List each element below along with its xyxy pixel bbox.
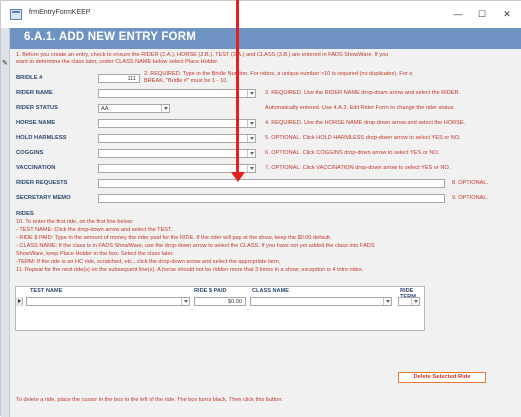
rider-name-note: 3. REQUIRED. Use the RIDER NAME drop-dow… [265,90,461,96]
ride-term-combo[interactable] [398,297,420,306]
hold-harmless-note: 5. OPTIONAL. Click HOLD HARMLESS drop-do… [265,135,461,141]
horse-name-note: 4. REQUIRED. Use the HORSE NAME drop-dow… [265,120,466,126]
rides-instruction-6: -TERM: If the ride is an HC ride, scratc… [16,259,281,265]
horse-name-label: HORSE NAME [16,120,56,126]
chevron-down-icon[interactable] [411,298,419,305]
test-name-combo[interactable] [26,297,190,306]
rider-status-combo[interactable]: AA [98,104,170,113]
rider-status-value: AA [101,106,109,112]
hold-harmless-label: HOLD HARMLESS [16,135,67,141]
form-body: ✎ 6.A.1. ADD NEW ENTRY FORM 1. Before yo… [1,28,521,417]
secretary-memo-label: SECRETARY MEMO [16,195,71,201]
class-name-combo[interactable] [250,297,392,306]
col-test-name: TEST NAME [30,288,63,294]
rides-instruction-2: - TEST NAME: Click the drop-down arrow a… [16,227,173,233]
horse-name-combo[interactable] [98,119,256,128]
rides-instruction-3: - RIDE $ PAID: Type in the amount of mon… [16,235,332,241]
chevron-down-icon[interactable] [247,165,255,172]
hold-harmless-combo[interactable] [98,134,256,143]
bridle-note-2: BREAK, "Bridle #" must be 1 - 10. [144,78,228,84]
rider-status-label: RIDER STATUS [16,105,58,111]
intro-line-1: 1. Before you create an entry, check to … [16,52,389,58]
rides-instruction-4: - CLASS NAME: If the class is in FADS Sh… [16,243,375,249]
bridle-input[interactable]: 111 [98,74,140,83]
rider-status-note: Automatically entered. Use 4.A.3. Edit R… [265,105,455,111]
chevron-down-icon[interactable] [247,90,255,97]
rider-requests-note: 8. OPTIONAL. [452,180,489,186]
chevron-down-icon[interactable] [181,298,189,305]
coggins-label: COGGINS [16,150,44,156]
title-bar: frmEntryFormKEEP — ☐ ✕ [1,1,521,28]
app-window: frmEntryFormKEEP — ☐ ✕ ✎ 6.A.1. ADD NEW … [0,0,521,417]
entry-form: 1. Before you create an entry, check to … [10,49,521,417]
minimize-button[interactable]: — [449,6,467,22]
vaccination-note: 7. OPTIONAL. Click VACCINATION drop-down… [265,165,451,171]
chevron-down-icon[interactable] [161,105,169,112]
coggins-combo[interactable] [98,149,256,158]
pencil-icon: ✎ [2,60,8,67]
delete-instructions: To delete a ride, place the cursor in th… [16,397,283,403]
bridle-note-1: 2. REQUIRED. Type in the Bridle Number. … [144,71,413,77]
rider-name-combo[interactable] [98,89,256,98]
col-ride-paid: RIDE $ PAID [194,288,227,294]
rider-requests-label: RIDER REQUESTS [16,180,68,186]
chevron-down-icon[interactable] [247,150,255,157]
rides-instruction-1: 10. To enter the first ride, on the firs… [16,219,134,225]
secretary-memo-note: 9. OPTIONAL. [452,195,489,201]
intro-line-2: want to determine the class later, under… [16,59,219,65]
vaccination-label: VACCINATION [16,165,56,171]
record-selector-strip[interactable]: ✎ [1,28,10,417]
bridle-label: BRIDLE # [16,75,43,81]
record-selector-icon[interactable] [16,297,23,306]
window-title: frmEntryFormKEEP [29,9,91,16]
form-icon [10,9,22,20]
chevron-down-icon[interactable] [247,135,255,142]
chevron-down-icon[interactable] [383,298,391,305]
rides-subform: TEST NAME RIDE $ PAID CLASS NAME RIDE TE… [15,286,425,331]
coggins-note: 6. OPTIONAL. Click COGGINS drop-down arr… [265,150,440,156]
annotation-arrow-head [231,172,245,182]
secretary-memo-input[interactable] [98,194,445,203]
page-title: 6.A.1. ADD NEW ENTRY FORM [24,31,196,43]
form-header: 6.A.1. ADD NEW ENTRY FORM [10,28,521,49]
rides-instruction-7: 11. Repeat for the next ride(s) on the s… [16,267,364,273]
chevron-down-icon[interactable] [247,120,255,127]
maximize-button[interactable]: ☐ [473,6,491,22]
rider-name-label: RIDER NAME [16,90,53,96]
rides-instruction-5: ShowWare, keep Place Holder in the box. … [16,251,174,257]
ride-paid-input[interactable]: $0.00 [194,297,246,306]
close-button[interactable]: ✕ [498,6,516,22]
rider-requests-input[interactable] [98,179,445,188]
annotation-arrow-shaft [236,0,239,174]
delete-selected-ride-button[interactable]: Delete Selected Ride [398,372,486,383]
col-class-name: CLASS NAME [252,288,289,294]
rides-label: RIDES [16,211,34,217]
